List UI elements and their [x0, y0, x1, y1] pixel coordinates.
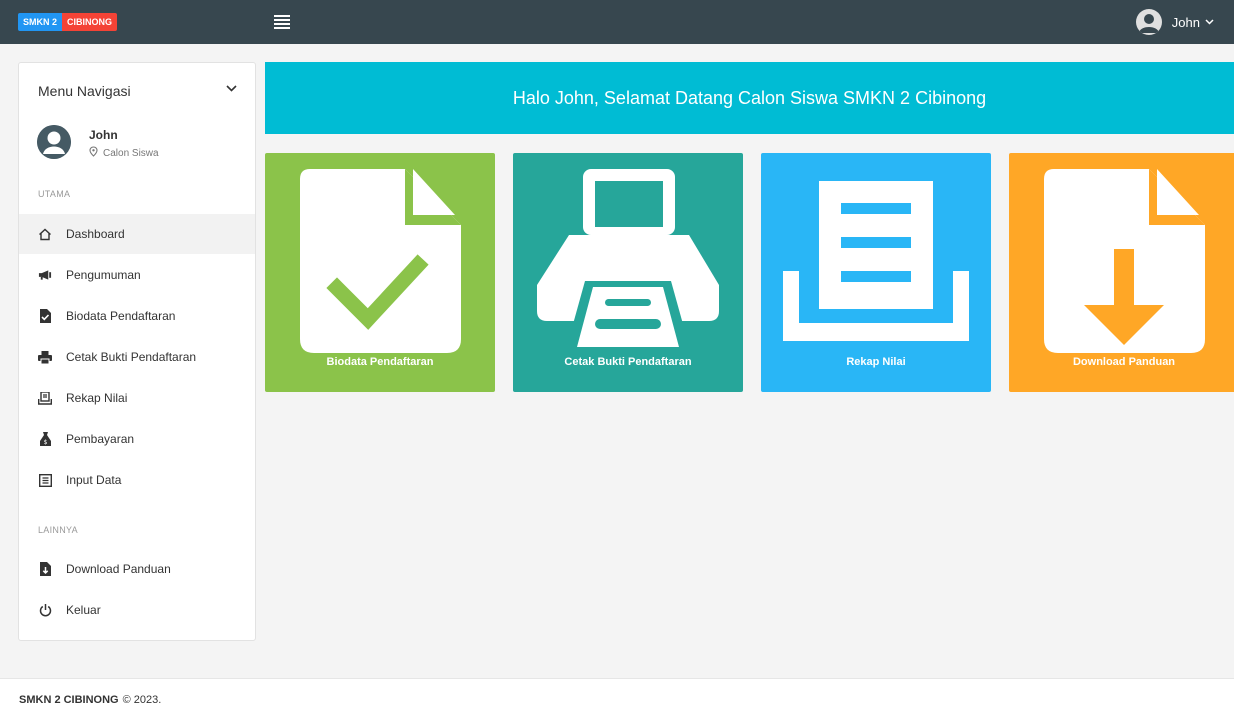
sidebar-item-label: Input Data: [66, 473, 122, 487]
sidebar-item-dashboard[interactable]: Dashboard: [19, 214, 255, 254]
sidebar-item-label: Biodata Pendaftaran: [66, 309, 176, 323]
sidebar-item-label: Keluar: [66, 603, 101, 617]
sidebar-item-label: Pembayaran: [66, 432, 135, 446]
user-profile: John Calon Siswa: [37, 125, 159, 160]
svg-text:$: $: [43, 439, 47, 446]
profile-name: John: [89, 128, 118, 142]
tile-download-panduan[interactable]: Download Panduan: [1009, 153, 1234, 392]
sidebar-item-biodata[interactable]: Biodata Pendaftaran: [19, 296, 255, 336]
footer: SMKN 2 CIBINONG © 2023.: [0, 678, 1234, 720]
list-box-icon: [38, 473, 52, 487]
top-navbar: SMKN 2 CIBINONG John: [0, 0, 1234, 44]
sidebar-item-label: Cetak Bukti Pendaftaran: [66, 350, 197, 364]
receipt-icon: [38, 391, 52, 405]
chevron-down-icon[interactable]: [226, 83, 237, 99]
sidebar-item-pembayaran[interactable]: $ Pembayaran: [19, 419, 255, 459]
home-icon: [38, 227, 52, 241]
file-check-icon: [38, 309, 52, 323]
tile-biodata-pendaftaran[interactable]: Biodata Pendaftaran: [265, 153, 495, 392]
megaphone-icon: [38, 268, 52, 282]
sidebar-item-rekap-nilai[interactable]: Rekap Nilai: [19, 378, 255, 418]
profile-role-text: Calon Siswa: [103, 147, 159, 159]
tile-label: Rekap Nilai: [846, 356, 906, 368]
sidebar-item-keluar[interactable]: Keluar: [19, 590, 255, 630]
tile-label: Cetak Bukti Pendaftaran: [564, 356, 692, 368]
sidebar-item-label: Download Panduan: [66, 562, 171, 576]
sidebar-item-label: Pengumuman: [66, 268, 141, 282]
section-label-other: LAINNYA: [38, 525, 78, 535]
sidebar-item-cetak-bukti[interactable]: Cetak Bukti Pendaftaran: [19, 337, 255, 377]
power-icon: [38, 603, 52, 617]
footer-copyright: © 2023.: [122, 693, 162, 706]
sidebar-item-pengumuman[interactable]: Pengumuman: [19, 255, 255, 295]
welcome-banner: Halo John, Selamat Datang Calon Siswa SM…: [265, 62, 1234, 134]
file-download-icon: [38, 562, 52, 576]
user-name: John: [1171, 14, 1200, 30]
sidebar-item-label: Rekap Nilai: [66, 391, 128, 405]
user-menu[interactable]: John: [1135, 8, 1214, 36]
tile-label: Download Panduan: [1072, 356, 1176, 368]
chevron-down-icon: [1205, 17, 1214, 27]
hamburger-menu-icon[interactable]: [274, 15, 290, 29]
location-pin-icon: [89, 146, 98, 160]
tile-rekap-nilai[interactable]: Rekap Nilai: [761, 153, 991, 392]
profile-role: Calon Siswa: [89, 146, 159, 160]
footer-brand: SMKN 2 CIBINONG: [19, 693, 119, 706]
brand-logo[interactable]: SMKN 2 CIBINONG: [18, 13, 118, 31]
brand-part-1: SMKN 2: [18, 13, 63, 31]
sidebar: Menu Navigasi John Calon Siswa UTAMA Das…: [18, 62, 256, 641]
printer-icon: [38, 350, 52, 364]
avatar: [1135, 9, 1162, 35]
sidebar-title: Menu Navigasi: [38, 83, 131, 99]
sidebar-item-download-panduan[interactable]: Download Panduan: [19, 549, 255, 589]
avatar: [37, 125, 71, 159]
sidebar-header[interactable]: Menu Navigasi: [38, 83, 237, 99]
welcome-text: Halo John, Selamat Datang Calon Siswa SM…: [512, 87, 987, 108]
brand-part-2: CIBINONG: [62, 13, 118, 31]
money-bag-icon: $: [38, 432, 52, 446]
sidebar-item-label: Dashboard: [66, 227, 125, 241]
tile-label: Biodata Pendaftaran: [326, 356, 434, 368]
section-label-main: UTAMA: [38, 189, 71, 199]
tile-cetak-bukti-pendaftaran[interactable]: Cetak Bukti Pendaftaran: [513, 153, 743, 392]
sidebar-item-input-data[interactable]: Input Data: [19, 460, 255, 500]
